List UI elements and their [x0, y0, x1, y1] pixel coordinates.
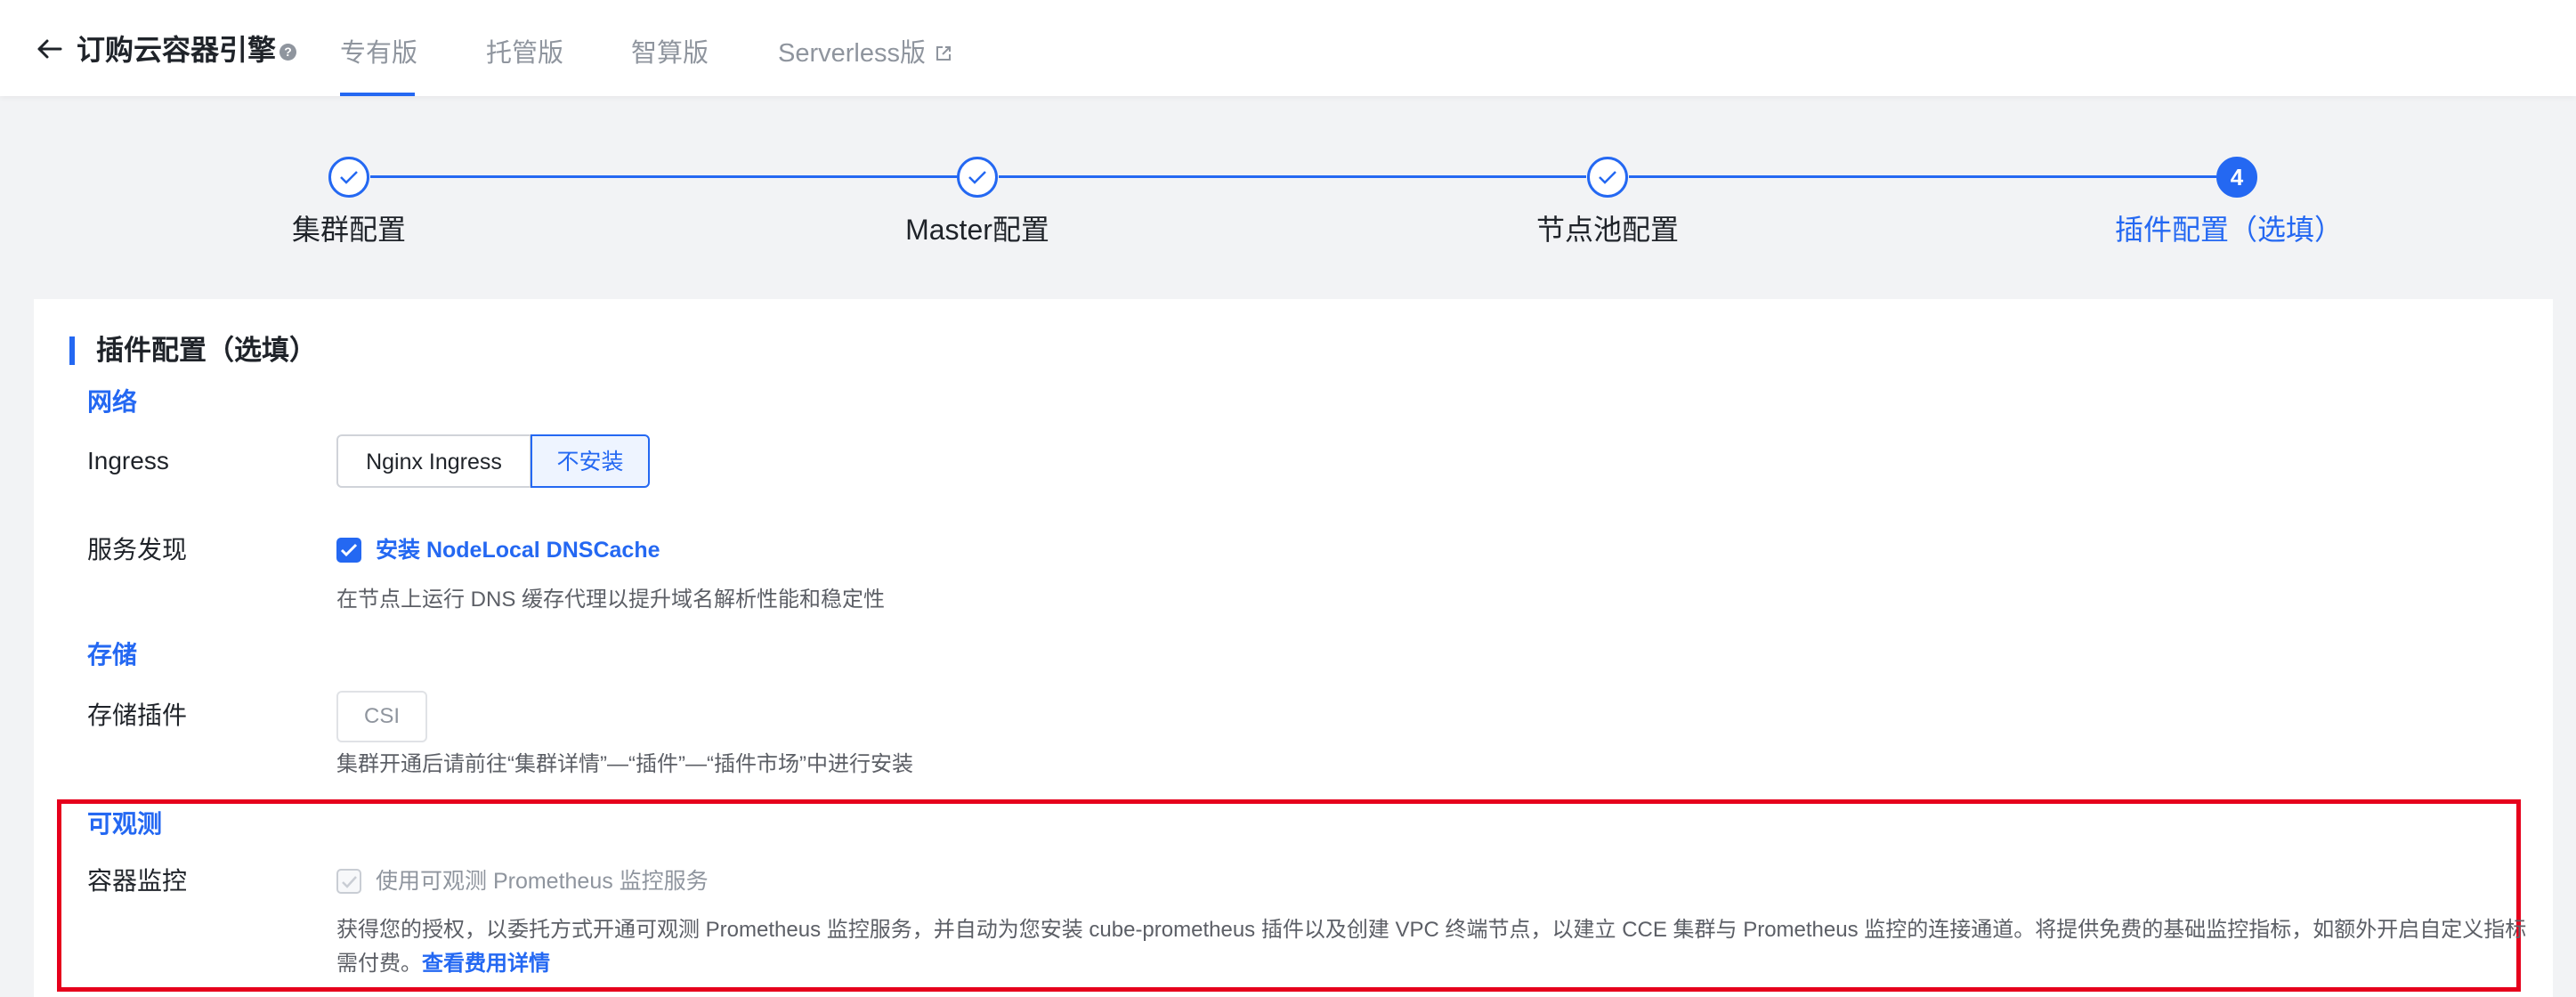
tab-managed[interactable]: 托管版 — [486, 36, 563, 71]
service-discovery-label: 服务发现 — [87, 536, 188, 563]
back-arrow-icon[interactable] — [34, 34, 64, 64]
step-label-cluster: 集群配置 — [291, 214, 407, 246]
step-done-icon — [957, 157, 998, 198]
ingress-label: Ingress — [87, 447, 169, 474]
check-icon — [1599, 171, 1616, 184]
storage-plugin-label: 存储插件 — [87, 701, 188, 729]
group-title-observability: 可观测 — [87, 810, 163, 838]
step-label-plugin: 插件配置（选填） — [2114, 214, 2344, 246]
group-title-storage: 存储 — [87, 641, 138, 669]
csi-button[interactable]: CSI — [336, 691, 427, 742]
external-link-icon — [936, 46, 951, 61]
dnscache-checkbox-label[interactable]: 安装 NodeLocal DNSCache — [376, 534, 660, 566]
prometheus-checkbox[interactable] — [336, 869, 361, 894]
page-title: 订购云容器引擎 — [77, 34, 277, 66]
tab-dedicated[interactable]: 专有版 — [340, 36, 417, 71]
section-title: 插件配置（选填） — [96, 335, 317, 366]
group-title-network: 网络 — [87, 388, 138, 416]
check-icon — [340, 543, 358, 557]
top-bar: 订购云容器引擎 ? 专有版 托管版 智算版 Serverless版 — [0, 0, 2576, 96]
step-connector — [370, 175, 958, 178]
check-icon — [340, 171, 358, 184]
step-connector — [999, 175, 1586, 178]
step-done-icon — [328, 157, 369, 198]
prometheus-description: 获得您的授权，以委托方式开通可观测 Prometheus 监控服务，并自动为您安… — [336, 913, 2544, 981]
tab-serverless[interactable]: Serverless版 — [778, 36, 926, 71]
step-current-number: 4 — [2216, 157, 2257, 198]
dnscache-checkbox[interactable] — [336, 538, 361, 563]
step-label-master: Master配置 — [905, 214, 1049, 246]
plugin-config-card: 插件配置（选填） 网络 Ingress Nginx Ingress 不安装 服务… — [34, 299, 2553, 997]
prometheus-checkbox-label: 使用可观测 Prometheus 监控服务 — [376, 869, 709, 894]
step-progress: 4 集群配置 Master配置 节点池配置 插件配置（选填） — [0, 96, 2576, 301]
help-icon[interactable]: ? — [279, 44, 296, 61]
ingress-option-nginx[interactable]: Nginx Ingress — [336, 434, 531, 488]
container-monitor-label: 容器监控 — [87, 867, 188, 895]
section-accent-bar — [69, 336, 75, 365]
step-label-nodepool: 节点池配置 — [1535, 214, 1680, 246]
ingress-option-none[interactable]: 不安装 — [531, 434, 650, 488]
dnscache-hint: 在节点上运行 DNS 缓存代理以提升域名解析性能和稳定性 — [336, 588, 886, 612]
storage-hint: 集群开通后请前往“集群详情”—“插件”—“插件市场”中进行安装 — [336, 752, 913, 776]
cost-details-link[interactable]: 查看费用详情 — [422, 952, 550, 976]
step-done-icon — [1587, 157, 1628, 198]
check-icon — [968, 171, 986, 184]
tab-ai-compute[interactable]: 智算版 — [631, 36, 709, 71]
check-icon — [342, 876, 357, 888]
step-connector — [1629, 175, 2216, 178]
prometheus-description-text: 获得您的授权，以委托方式开通可观测 Prometheus 监控服务，并自动为您安… — [336, 918, 2527, 976]
